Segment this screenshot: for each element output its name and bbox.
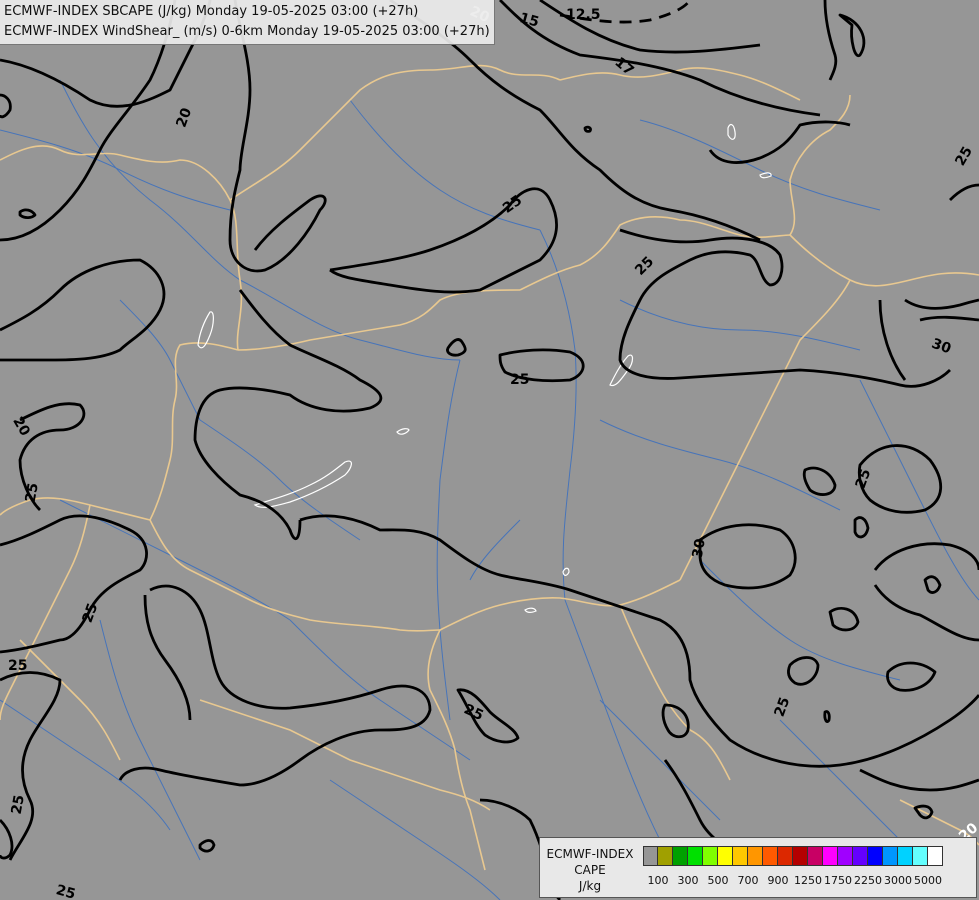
contour-label-25a: 25 xyxy=(500,192,525,216)
legend-swatch xyxy=(673,846,688,866)
legend-swatch xyxy=(883,846,898,866)
legend-tick-label: 3000 xyxy=(884,874,912,887)
legend-tick-label: 100 xyxy=(647,874,669,887)
country-borders xyxy=(0,64,979,871)
contour-label-30b: 30 xyxy=(690,537,709,559)
legend-tick-label: 1250 xyxy=(794,874,822,887)
legend-swatch xyxy=(898,846,913,866)
contour-label-25g: 25 xyxy=(80,601,102,625)
contour-label-25j: 25 xyxy=(772,695,794,719)
legend-swatch xyxy=(703,846,718,866)
contour-label-12-5: 12.5 xyxy=(566,7,601,23)
legend-swatch xyxy=(913,846,928,866)
legend-swatch xyxy=(643,846,658,866)
legend-swatch xyxy=(853,846,868,866)
legend-swatch xyxy=(658,846,673,866)
legend-swatch xyxy=(748,846,763,866)
contour-label-25d: 25 xyxy=(952,144,976,169)
contour-label-17: 17 xyxy=(611,54,636,79)
contour-label-25f: 25 xyxy=(853,467,875,491)
legend-unit: J/kg xyxy=(578,879,602,893)
legend-swatch xyxy=(808,846,823,866)
legend-tick-label: 1750 xyxy=(824,874,852,887)
title-windshear: ECMWF-INDEX WindShear_ (m/s) 0-6km Monda… xyxy=(4,24,490,39)
contour-label-25e: 25 xyxy=(23,482,42,504)
legend-tick-label: 700 xyxy=(737,874,759,887)
legend-swatch xyxy=(838,846,853,866)
legend-swatch xyxy=(778,846,793,866)
legend-color-scale xyxy=(643,846,943,866)
legend-swatch xyxy=(868,846,883,866)
cape-legend: ECMWF-INDEX CAPE J/kg 100 300 500 700 900 125… xyxy=(539,837,977,898)
contour-label-25b: 25 xyxy=(632,254,657,279)
windshear-contours xyxy=(0,0,979,900)
contour-label-15: 15 xyxy=(518,10,541,30)
legend-swatch xyxy=(763,846,778,866)
lakes xyxy=(197,123,772,613)
contour-label-30a: 30 xyxy=(929,336,953,358)
legend-tick-label: 900 xyxy=(767,874,789,887)
legend-swatch xyxy=(793,846,808,866)
legend-tick-labels: 100 300 500 700 900 1250 1750 2250 3000 5000 xyxy=(643,874,973,890)
legend-tick-label: 300 xyxy=(677,874,699,887)
contour-label-20c: 20 xyxy=(9,414,33,439)
weather-map: 20 15 12.5 17 20 25 25 25 25 30 20 25 25… xyxy=(0,0,979,900)
contour-label-25c: 25 xyxy=(510,372,529,388)
map-title-box: ECMWF-INDEX SBCAPE (J/kg) Monday 19-05-2… xyxy=(0,0,495,45)
legend-param: CAPE xyxy=(574,863,606,877)
legend-tick-label: 2250 xyxy=(854,874,882,887)
contour-label-25k: 25 xyxy=(9,794,28,816)
title-cape: ECMWF-INDEX SBCAPE (J/kg) Monday 19-05-2… xyxy=(4,4,419,19)
legend-swatch xyxy=(718,846,733,866)
legend-swatch xyxy=(823,846,838,866)
legend-swatch xyxy=(688,846,703,866)
legend-tick-label: 500 xyxy=(707,874,729,887)
legend-model: ECMWF-INDEX xyxy=(546,847,634,861)
contour-label-25l: 25 xyxy=(54,882,77,900)
legend-title: ECMWF-INDEX CAPE J/kg xyxy=(540,846,640,894)
legend-swatch xyxy=(733,846,748,866)
contour-label-20b: 20 xyxy=(174,106,196,130)
legend-swatch xyxy=(928,846,943,866)
contour-label-25h: 25 xyxy=(8,658,27,674)
legend-tick-label: 5000 xyxy=(914,874,942,887)
